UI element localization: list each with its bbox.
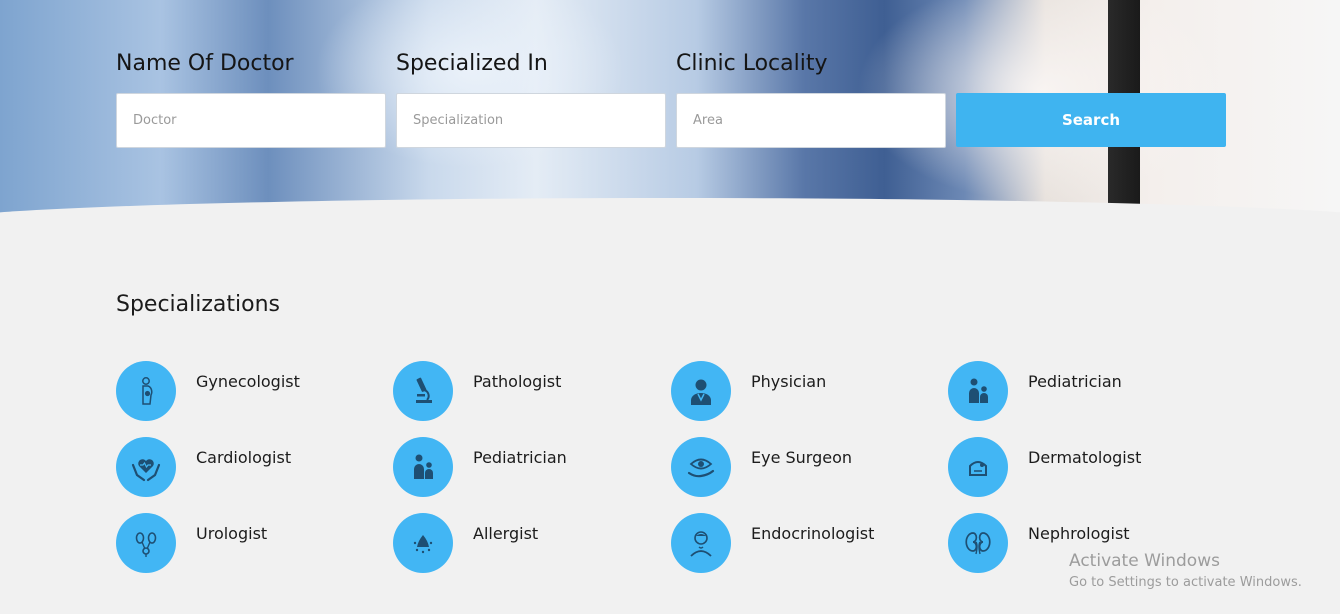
spec-item-label: Pediatrician xyxy=(1028,372,1122,391)
specialization-input[interactable] xyxy=(396,93,666,148)
spec-item-dermatologist[interactable]: Dermatologist xyxy=(948,437,1208,499)
eye-hand-icon xyxy=(671,437,731,497)
spec-item-label: Physician xyxy=(751,372,827,391)
spec-item-physician[interactable]: Physician xyxy=(671,361,931,423)
watermark-subtitle: Go to Settings to activate Windows. xyxy=(1069,575,1302,590)
pregnant-woman-icon xyxy=(116,361,176,421)
spec-item-endocrinologist[interactable]: Endocrinologist xyxy=(671,513,931,575)
doctor-name-input[interactable] xyxy=(116,93,386,148)
activate-windows-watermark: Activate Windows Go to Settings to activ… xyxy=(1069,551,1302,590)
spec-item-eye-surgeon[interactable]: Eye Surgeon xyxy=(671,437,931,499)
heart-hands-icon xyxy=(116,437,176,497)
search-button[interactable]: Search xyxy=(956,93,1226,147)
doctor-name-label: Name Of Doctor xyxy=(116,51,294,76)
clinic-locality-input[interactable] xyxy=(676,93,946,148)
spec-item-label: Gynecologist xyxy=(196,372,300,391)
spec-item-pathologist[interactable]: Pathologist xyxy=(393,361,653,423)
urinary-system-icon xyxy=(116,513,176,573)
spec-item-label: Cardiologist xyxy=(196,448,292,467)
spec-item-urologist[interactable]: Urologist xyxy=(116,513,376,575)
allergy-icon xyxy=(393,513,453,573)
spec-item-label: Eye Surgeon xyxy=(751,448,853,467)
thyroid-patient-icon xyxy=(671,513,731,573)
specialization-label: Specialized In xyxy=(396,51,548,76)
doctor-icon xyxy=(671,361,731,421)
specializations-title: Specializations xyxy=(116,292,281,317)
pediatrician-icon xyxy=(393,437,453,497)
hero-curve-divider xyxy=(0,198,1340,230)
spec-item-cardiologist[interactable]: Cardiologist xyxy=(116,437,376,499)
spec-item-label: Urologist xyxy=(196,524,268,543)
clinic-locality-label: Clinic Locality xyxy=(676,51,828,76)
skin-icon xyxy=(948,437,1008,497)
kidneys-icon xyxy=(948,513,1008,573)
spec-item-pediatrician[interactable]: Pediatrician xyxy=(948,361,1208,423)
pediatrician-icon xyxy=(948,361,1008,421)
spec-item-gynecologist[interactable]: Gynecologist xyxy=(116,361,376,423)
microscope-icon xyxy=(393,361,453,421)
spec-item-label: Nephrologist xyxy=(1028,524,1130,543)
spec-item-label: Endocrinologist xyxy=(751,524,875,543)
spec-item-label: Pediatrician xyxy=(473,448,567,467)
spec-item-label: Pathologist xyxy=(473,372,562,391)
spec-item-pediatrician-2[interactable]: Pediatrician xyxy=(393,437,653,499)
watermark-title: Activate Windows xyxy=(1069,551,1220,571)
spec-item-label: Dermatologist xyxy=(1028,448,1142,467)
spec-item-allergist[interactable]: Allergist xyxy=(393,513,653,575)
spec-item-label: Allergist xyxy=(473,524,539,543)
